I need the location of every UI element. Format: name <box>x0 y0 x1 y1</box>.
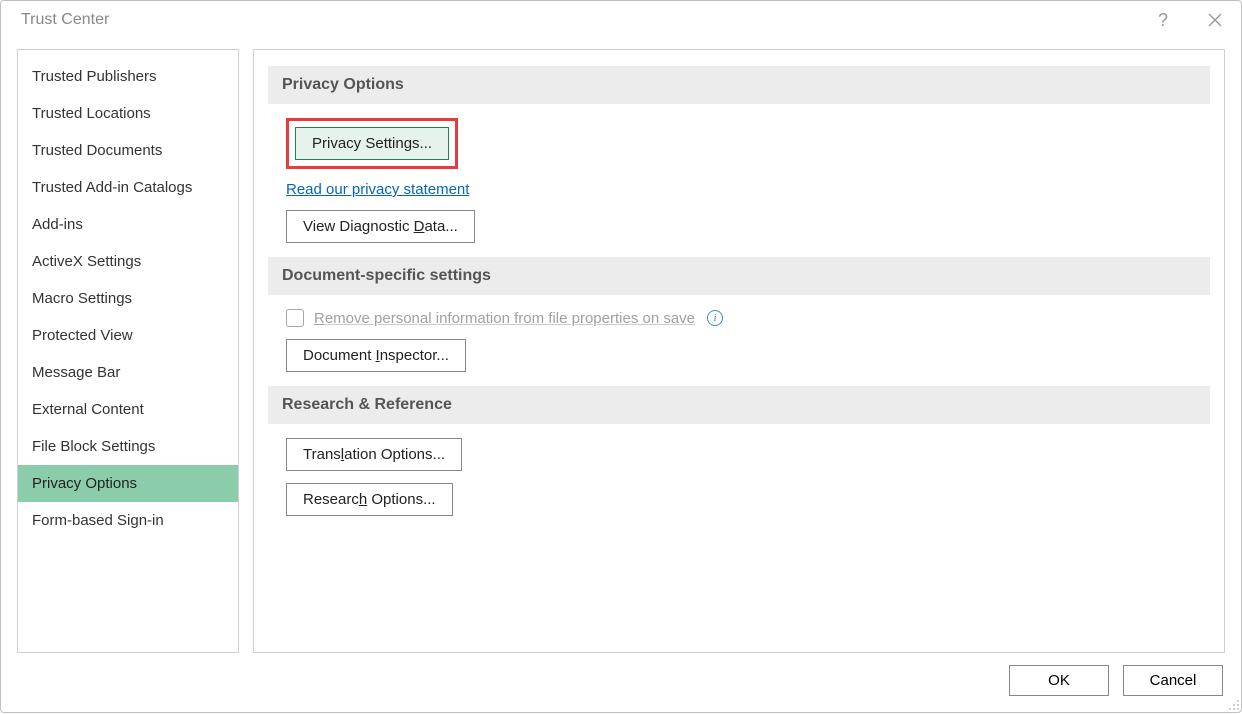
sidebar-item-trusted-publishers[interactable]: Trusted Publishers <box>18 58 238 95</box>
highlight-annotation: Privacy Settings... <box>286 118 458 169</box>
sidebar-item-message-bar[interactable]: Message Bar <box>18 354 238 391</box>
title-bar: Trust Center ? <box>1 1 1241 39</box>
sidebar-item-macro-settings[interactable]: Macro Settings <box>18 280 238 317</box>
section-header-privacy-options: Privacy Options <box>268 66 1210 104</box>
sidebar-item-file-block-settings[interactable]: File Block Settings <box>18 428 238 465</box>
sidebar-item-activex-settings[interactable]: ActiveX Settings <box>18 243 238 280</box>
help-icon[interactable]: ? <box>1151 8 1175 32</box>
sidebar-item-protected-view[interactable]: Protected View <box>18 317 238 354</box>
sidebar-item-trusted-addin-catalogs[interactable]: Trusted Add-in Catalogs <box>18 169 238 206</box>
trust-center-dialog: Trust Center ? Trusted Publishers Truste… <box>0 0 1242 713</box>
close-icon[interactable] <box>1203 8 1227 32</box>
privacy-statement-link[interactable]: Read our privacy statement <box>286 181 469 198</box>
translation-options-button[interactable]: Translation Options... <box>286 438 462 471</box>
ok-button[interactable]: OK <box>1009 665 1109 696</box>
section-header-research: Research & Reference <box>268 386 1210 424</box>
content-area: Privacy Options Privacy Settings... Read… <box>253 49 1225 653</box>
sidebar-item-form-based-sign-in[interactable]: Form-based Sign-in <box>18 502 238 539</box>
remove-personal-info-checkbox[interactable] <box>286 309 304 327</box>
title-controls: ? <box>1151 8 1227 32</box>
research-options-button[interactable]: Research Options... <box>286 483 453 516</box>
document-inspector-button[interactable]: Document Inspector... <box>286 339 466 372</box>
cancel-button[interactable]: Cancel <box>1123 665 1223 696</box>
sidebar-item-trusted-locations[interactable]: Trusted Locations <box>18 95 238 132</box>
remove-personal-info-row: Remove personal information from file pr… <box>286 309 723 327</box>
privacy-settings-button[interactable]: Privacy Settings... <box>295 127 449 160</box>
sidebar-item-add-ins[interactable]: Add-ins <box>18 206 238 243</box>
section-body-research: Translation Options... Research Options.… <box>268 438 1210 516</box>
section-body-privacy-options: Privacy Settings... Read our privacy sta… <box>268 118 1210 243</box>
resize-grip-icon[interactable] <box>1226 697 1240 711</box>
info-icon[interactable]: i <box>707 310 723 326</box>
dialog-title: Trust Center <box>21 11 109 29</box>
view-diagnostic-data-button[interactable]: View Diagnostic Data... <box>286 210 475 243</box>
remove-personal-info-label: Remove personal information from file pr… <box>314 310 695 327</box>
sidebar: Trusted Publishers Trusted Locations Tru… <box>17 49 239 653</box>
sidebar-item-privacy-options[interactable]: Privacy Options <box>18 465 238 502</box>
dialog-body: Trusted Publishers Trusted Locations Tru… <box>1 39 1241 653</box>
section-header-document-specific: Document-specific settings <box>268 257 1210 295</box>
section-body-document-specific: Remove personal information from file pr… <box>268 309 1210 372</box>
sidebar-item-trusted-documents[interactable]: Trusted Documents <box>18 132 238 169</box>
sidebar-item-external-content[interactable]: External Content <box>18 391 238 428</box>
dialog-footer: OK Cancel <box>1 653 1241 712</box>
